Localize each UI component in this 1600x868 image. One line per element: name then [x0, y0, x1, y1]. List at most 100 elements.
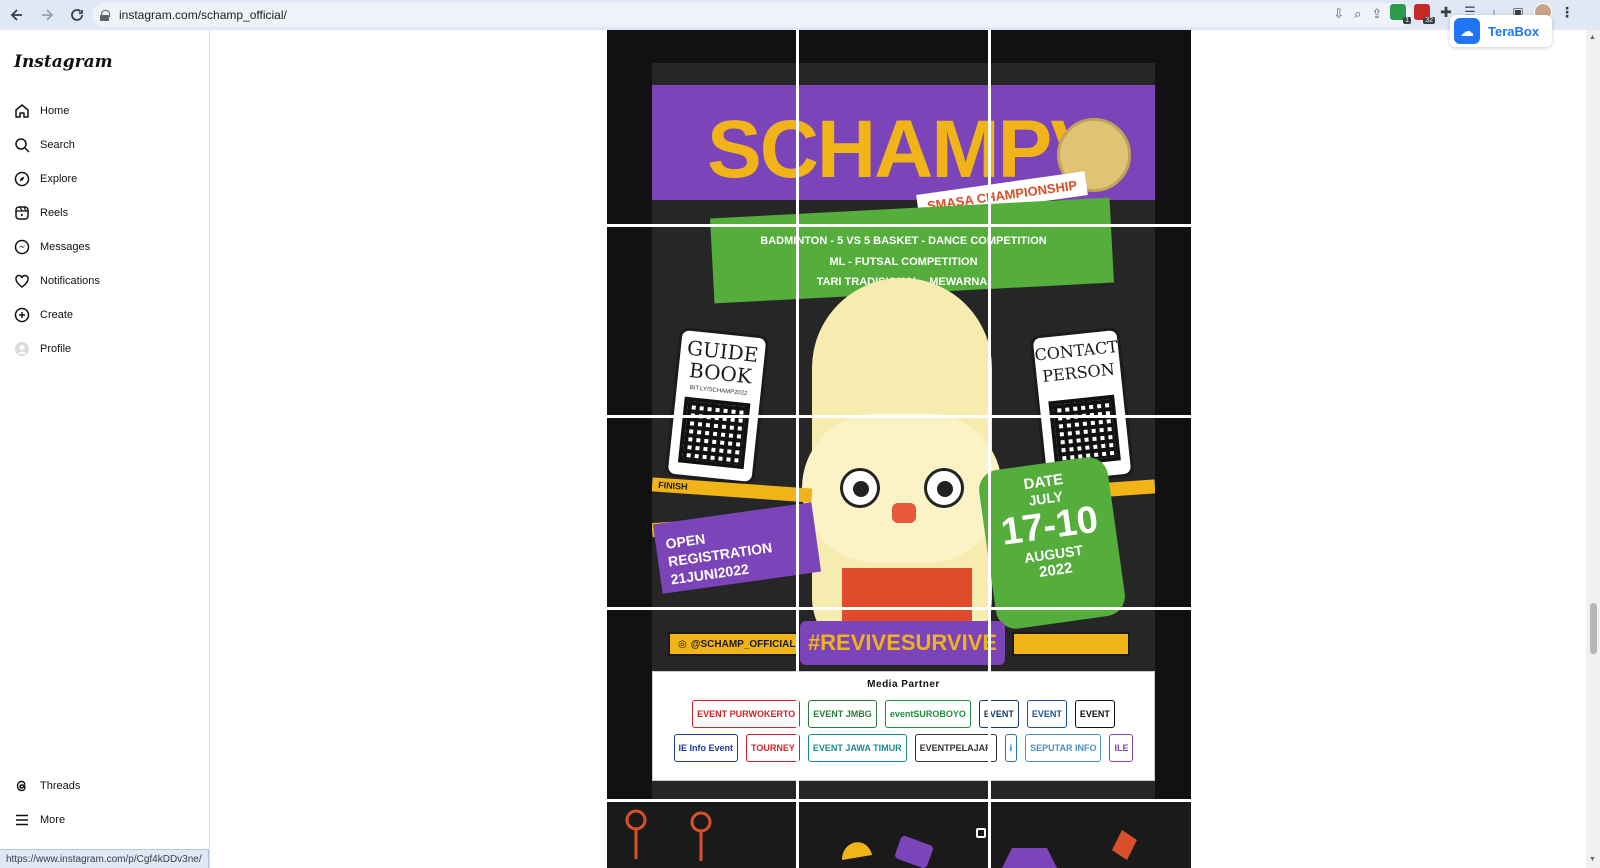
sidebar-item-label: Notifications: [40, 275, 100, 287]
heart-icon: [15, 274, 29, 288]
forward-button[interactable]: [34, 2, 60, 28]
partner-logo: EVENT: [978, 700, 1019, 728]
carousel-icon: [976, 828, 986, 838]
owl-mascot-head: [802, 413, 1002, 563]
browser-toolbar: instagram.com/schamp_official/ ⇩ ⌕ ⇪ ☆ 1…: [0, 0, 1600, 30]
extension-shield-icon[interactable]: 1: [1390, 4, 1411, 24]
instagram-handle: @SCHAMP_OFFICIAL: [690, 638, 796, 650]
sidebar-item-label: Explore: [40, 173, 78, 185]
partner-logos: EVENT PURWOKERTO EVENT JMBG eventSUROBOYO E…: [653, 690, 1154, 762]
lock-icon: [100, 9, 110, 21]
home-icon: [15, 104, 29, 118]
owl-beak: [892, 503, 916, 523]
back-button[interactable]: [4, 2, 30, 28]
sidebar-item-label: Profile: [40, 343, 72, 355]
sidebar-item-reels[interactable]: Reels: [14, 202, 68, 224]
sidebar-item-notifications[interactable]: Notifications: [14, 270, 100, 292]
extension-badge: 32: [1423, 17, 1435, 24]
partner-logo: TOURNEY: [746, 734, 800, 762]
instagram-small-icon: ◎: [678, 638, 687, 650]
link-status-bar: https://www.instagram.com/p/Cgf4kDDv3ne/: [0, 849, 209, 868]
grid-divider: [607, 224, 1191, 227]
grid-divider: [607, 415, 1191, 418]
partner-logo: EVENT: [1074, 700, 1115, 728]
event-poster: SCHAMPV SMASA CHAMPIONSHIP BADMINTON - 5…: [652, 63, 1155, 819]
sports-line-2: ML - FUTSAL COMPETITION: [829, 256, 978, 268]
cloud-upload-icon: ☁: [1454, 18, 1480, 44]
sidebar-item-explore[interactable]: Explore: [14, 168, 77, 190]
contact-person-title: CONTACT PERSON: [1033, 336, 1119, 386]
browser-menu-icon[interactable]: ⋮: [1560, 4, 1574, 21]
media-partner-panel: Media Partner EVENT PURWOKERTO EVENT JMBG…: [652, 671, 1155, 781]
zoom-icon[interactable]: ⌕: [1354, 6, 1361, 22]
reload-icon: [71, 9, 83, 21]
owl-eye-left: [840, 468, 880, 508]
sidebar-item-create[interactable]: Create: [14, 304, 73, 326]
page-scrollbar[interactable]: [1586, 30, 1600, 868]
charms-illustration: [842, 836, 933, 868]
event-date-box: DATE JULY 17-10 AUGUST 2022: [976, 454, 1128, 632]
reels-icon: [15, 206, 29, 220]
partner-logo: i: [1004, 734, 1018, 762]
messenger-icon: [14, 239, 30, 255]
sidebar-item-profile[interactable]: Profile: [14, 338, 71, 360]
extension-red-icon[interactable]: 32: [1414, 4, 1435, 24]
grid-divider: [607, 607, 1191, 610]
terabox-label: TeraBox: [1488, 23, 1540, 39]
sidebar-item-more[interactable]: More: [14, 809, 65, 831]
instagram-sidebar: Instagram Home Search Explore Reels Mess…: [0, 30, 210, 868]
sidebar-item-threads[interactable]: Threads: [14, 775, 80, 797]
scroll-up-icon[interactable]: ▲: [1589, 34, 1596, 41]
sidebar-item-search[interactable]: Search: [14, 134, 75, 156]
post-grid[interactable]: SCHAMPV SMASA CHAMPIONSHIP BADMINTON - 5…: [607, 30, 1191, 868]
sidebar-item-label: More: [40, 814, 66, 826]
instagram-handle-box: ◎ @SCHAMP_OFFICIAL: [668, 632, 798, 656]
arrow-right-icon: [42, 9, 54, 21]
partner-logo: eventSUROBOYO: [884, 700, 971, 728]
sidebar-item-messages[interactable]: Messages: [14, 236, 90, 258]
avatar-icon: [15, 342, 29, 356]
instagram-logo[interactable]: Instagram: [14, 52, 113, 72]
reload-button[interactable]: [64, 2, 90, 28]
partner-logo: IE Info Event: [673, 734, 739, 762]
hashtag-banner: #REVIVESURVIVE: [800, 621, 1005, 665]
qr-code-icon: [677, 396, 751, 470]
grid-divider: [988, 30, 991, 868]
sidebar-item-label: Reels: [40, 207, 69, 219]
sidebar-item-home[interactable]: Home: [14, 100, 69, 122]
keychain-illustration: [625, 809, 712, 861]
extension-badge: 1: [1403, 17, 1411, 24]
install-app-icon[interactable]: ⇩: [1333, 6, 1344, 22]
scroll-down-icon[interactable]: ▼: [1589, 856, 1596, 863]
contact-info-box: [1012, 632, 1130, 656]
guide-book-title: GUIDE BOOK: [686, 335, 760, 389]
sidebar-item-label: Home: [40, 105, 70, 117]
partner-logo: ILE: [1109, 734, 1134, 762]
sidebar-item-label: Messages: [40, 241, 91, 253]
guide-book-card: GUIDE BOOK BIT.LY/SCHAMP2022: [664, 326, 770, 486]
shirt-illustration: [1002, 830, 1137, 868]
partner-logo: SEPUTAR INFO: [1025, 734, 1102, 762]
scrollbar-thumb[interactable]: [1590, 603, 1597, 654]
grid-divider: [796, 30, 799, 868]
partner-logo: EVENT JAWA TIMUR: [807, 734, 907, 762]
partner-logo: EVENT PURWOKERTO: [692, 700, 801, 728]
terabox-widget[interactable]: ☁ TeraBox: [1450, 15, 1552, 47]
sidebar-item-label: Threads: [40, 780, 81, 792]
threads-icon: [16, 780, 26, 792]
partner-logo: EVENTPELAJAR: [914, 734, 997, 762]
compass-icon: [14, 171, 30, 187]
search-icon: [15, 138, 30, 153]
sports-line-1: BADMINTON - 5 VS 5 BASKET - DANCE COMPET…: [760, 235, 1047, 247]
partner-logo: EVENT: [1026, 700, 1067, 728]
sidebar-item-label: Create: [40, 309, 74, 321]
partner-logo: EVENT JMBG: [808, 700, 877, 728]
address-bar[interactable]: instagram.com/schamp_official/ ⇩ ⌕ ⇪ ☆: [92, 3, 1412, 27]
plus-square-icon: [14, 307, 30, 323]
share-icon[interactable]: ⇪: [1371, 6, 1382, 22]
sidebar-item-label: Search: [40, 139, 75, 151]
url-text: instagram.com/schamp_official/: [119, 8, 287, 22]
media-partner-title: Media Partner: [867, 679, 940, 690]
menu-icon: [16, 814, 28, 826]
qr-code-icon: [1048, 394, 1121, 468]
